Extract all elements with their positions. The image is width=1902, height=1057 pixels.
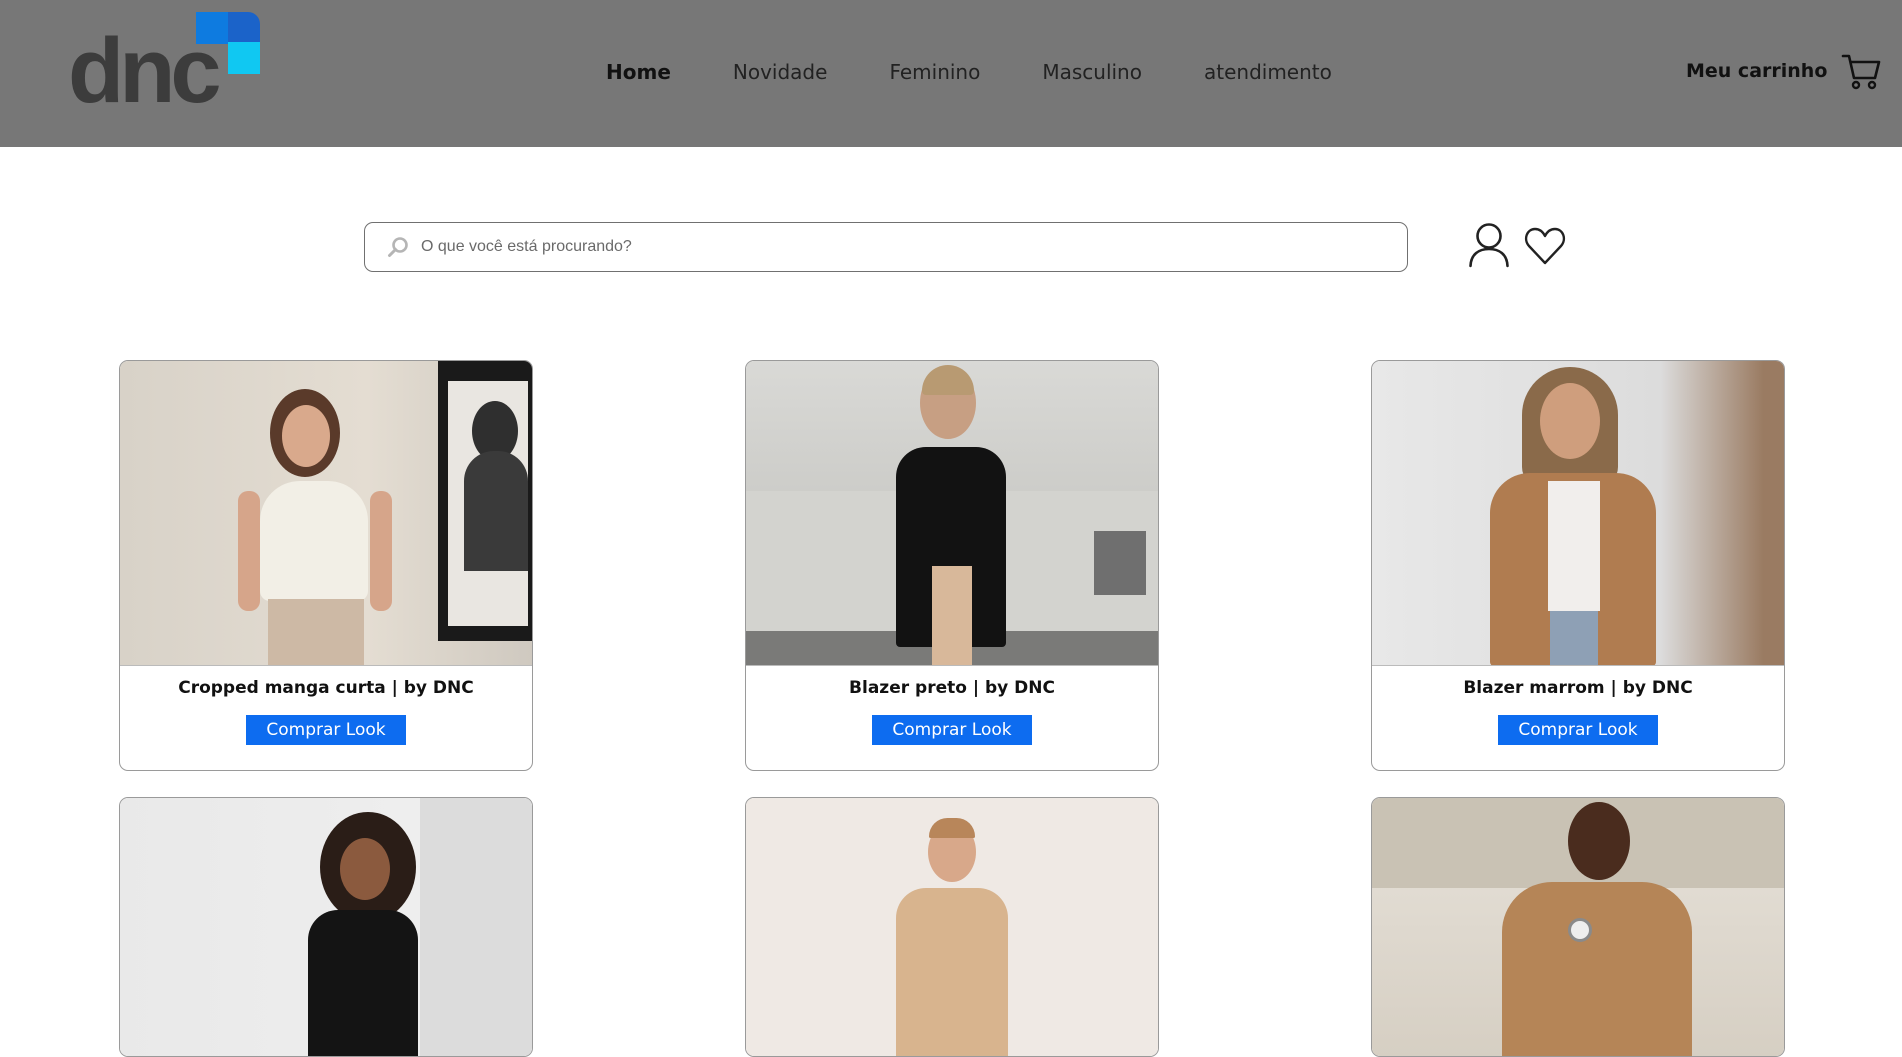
nav-masculino[interactable]: Masculino <box>1042 58 1142 86</box>
top-header: dnc Home Novidade Feminino Masculino ate… <box>0 0 1902 147</box>
nav-novidade[interactable]: Novidade <box>733 58 828 86</box>
logo-square-dark-blue <box>228 12 260 44</box>
product-image[interactable] <box>1372 798 1784 1056</box>
product-card <box>745 797 1159 1057</box>
product-title: Blazer marrom | by DNC <box>1463 678 1693 698</box>
logo-text: dnc <box>68 20 222 122</box>
heart-icon[interactable] <box>1524 226 1566 266</box>
buy-look-button[interactable]: Comprar Look <box>246 715 406 745</box>
photo-scene <box>1372 798 1784 1056</box>
product-image[interactable] <box>1372 361 1784 666</box>
search-icon <box>388 237 408 257</box>
product-card: Blazer preto | by DNC Comprar Look <box>745 360 1159 771</box>
product-image[interactable] <box>746 361 1158 666</box>
nav-feminino[interactable]: Feminino <box>889 58 980 86</box>
photo-scene <box>746 361 1158 665</box>
photo-scene <box>120 798 532 1056</box>
product-title: Blazer preto | by DNC <box>849 678 1055 698</box>
product-title: Cropped manga curta | by DNC <box>178 678 474 698</box>
photo-scene <box>746 798 1158 1056</box>
nav-home[interactable]: Home <box>606 58 671 86</box>
buy-look-button[interactable]: Comprar Look <box>1498 715 1658 745</box>
search-bar[interactable] <box>364 222 1408 272</box>
dnc-logo[interactable]: dnc <box>68 12 260 117</box>
buy-look-button[interactable]: Comprar Look <box>872 715 1032 745</box>
logo-square-blue <box>196 12 232 44</box>
user-icon[interactable] <box>1468 222 1510 268</box>
product-card: Cropped manga curta | by DNC Comprar Loo… <box>119 360 533 771</box>
product-image[interactable] <box>746 798 1158 1056</box>
product-card <box>1371 797 1785 1057</box>
product-image[interactable] <box>120 361 532 666</box>
cart-button[interactable]: Meu carrinho <box>1686 52 1881 90</box>
logo-square-cyan <box>228 42 260 74</box>
product-card <box>119 797 533 1057</box>
product-image[interactable] <box>120 798 532 1056</box>
photo-scene <box>120 361 532 665</box>
nav-atendimento[interactable]: atendimento <box>1204 58 1332 86</box>
photo-scene <box>1372 361 1784 665</box>
product-card: Blazer marrom | by DNC Comprar Look <box>1371 360 1785 771</box>
cart-icon <box>1842 54 1881 90</box>
main-nav: Home Novidade Feminino Masculino atendim… <box>606 58 1394 86</box>
search-input[interactable] <box>421 238 1381 256</box>
cart-label: Meu carrinho <box>1686 60 1828 82</box>
